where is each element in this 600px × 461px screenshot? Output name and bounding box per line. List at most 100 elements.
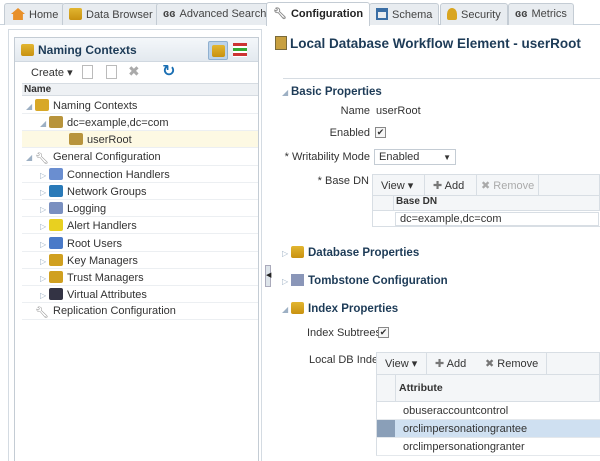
create-menu[interactable]: Create ▾: [31, 66, 73, 79]
duplicate-icon[interactable]: [106, 65, 117, 79]
tree-toolbar: Create ▾ ✖ ↻: [15, 62, 258, 83]
tab-configuration[interactable]: 🔧︎ Configuration: [266, 2, 371, 26]
tree-item[interactable]: ▷ Connection Handlers: [22, 166, 258, 183]
remove-icon: ✖: [485, 358, 495, 370]
expand-icon[interactable]: ▷: [40, 205, 49, 214]
index-properties-header[interactable]: ◢ Index Properties: [282, 302, 398, 315]
expand-icon[interactable]: ▷: [40, 240, 49, 249]
tree-item[interactable]: 🔧︎ Replication Configuration: [22, 303, 258, 321]
expand-icon[interactable]: ▷: [40, 188, 49, 197]
tree-view-toggle[interactable]: [208, 41, 228, 60]
basedn-row: dc=example,dc=com: [372, 211, 600, 227]
basic-properties-header[interactable]: ◢ Basic Properties: [282, 86, 382, 98]
basedn-toolbar: View ▾ ✚ Add ✖ Remove: [372, 174, 600, 196]
tab-metrics[interactable]: ɞɞ Metrics: [508, 3, 574, 25]
collapse-icon[interactable]: ◢: [26, 102, 35, 111]
list-view-toggle[interactable]: [233, 43, 247, 57]
security-icon: [447, 8, 457, 20]
tree-item[interactable]: ▷ Trust Managers: [22, 269, 258, 286]
tree-item[interactable]: ▷ Virtual Attributes: [22, 286, 258, 304]
database-properties-header[interactable]: ▷ Database Properties: [282, 246, 419, 259]
row-selector[interactable]: [377, 402, 395, 419]
add-button[interactable]: ✚ Add: [427, 353, 477, 374]
tree-icon: [35, 99, 49, 111]
tab-data-browser[interactable]: Data Browser: [62, 3, 160, 25]
tree-item[interactable]: ▷ Key Managers: [22, 252, 258, 269]
database-icon: [49, 116, 63, 129]
tombstone-configuration-header[interactable]: ▷ Tombstone Configuration: [282, 274, 448, 287]
remove-icon: ✖: [481, 180, 491, 192]
tree-item[interactable]: userRoot: [22, 131, 258, 149]
document-icon: [291, 274, 304, 286]
splitter-collapse-handle[interactable]: ◀: [265, 265, 271, 287]
users-icon: [49, 236, 63, 249]
name-column-header: Name: [22, 83, 258, 96]
index-header-row: Attribute: [376, 375, 600, 402]
basedn-value-input[interactable]: dc=example,dc=com: [395, 212, 599, 226]
expand-icon[interactable]: ▷: [40, 274, 49, 283]
collapse-icon[interactable]: ◢: [40, 119, 49, 128]
tree-item[interactable]: ▷ Logging: [22, 200, 258, 218]
connection-icon: [49, 167, 63, 180]
wrench-icon: 🔧︎: [35, 307, 49, 320]
delete-icon[interactable]: ✖: [128, 63, 140, 80]
tree-item[interactable]: ◢ 🔧︎ General Configuration: [22, 149, 258, 166]
logging-icon: [49, 202, 63, 215]
tab-home[interactable]: Home: [4, 3, 66, 25]
row-selector[interactable]: [377, 438, 395, 455]
tree-item[interactable]: ◢ dc=example,dc=com: [22, 114, 258, 132]
expand-icon: ▷: [282, 249, 289, 258]
expand-icon[interactable]: ▷: [40, 222, 49, 231]
remove-button[interactable]: ✖ Remove: [477, 175, 539, 195]
expand-icon[interactable]: ▷: [40, 171, 49, 180]
add-button[interactable]: ✚ Add: [425, 175, 477, 195]
expand-icon[interactable]: ▷: [40, 257, 49, 266]
writability-select[interactable]: Enabled ▼: [374, 149, 456, 165]
enabled-label: Enabled: [329, 127, 370, 139]
tree-item[interactable]: ▷ Root Users: [22, 235, 258, 252]
tree-icon: [291, 246, 304, 258]
index-toolbar: View ▾ ✚ Add ✖ Remove: [376, 352, 600, 375]
enabled-checkbox[interactable]: ✔: [375, 127, 386, 138]
tree-icon: [291, 302, 304, 314]
tree-icon: [212, 45, 225, 57]
tab-advanced-search[interactable]: ɞɞ Advanced Search: [156, 3, 274, 25]
bell-icon: [49, 219, 63, 232]
name-label: Name: [340, 105, 370, 117]
view-menu[interactable]: View ▾: [373, 175, 425, 195]
index-row[interactable]: orclimpersonationgrantee: [376, 420, 600, 438]
tab-schema[interactable]: Schema: [369, 3, 440, 25]
refresh-icon[interactable]: ↻: [162, 61, 175, 81]
glasses-icon: ɞɞ: [515, 8, 528, 20]
row-selector[interactable]: [377, 420, 395, 437]
index-subtrees-label: Index Subtrees: [307, 327, 381, 339]
database-icon: [69, 133, 83, 146]
network-icon: [49, 185, 63, 197]
expand-icon[interactable]: ▷: [40, 291, 49, 300]
divider: [283, 78, 600, 79]
collapse-icon: ◢: [282, 305, 289, 314]
tree-item[interactable]: ▷ Alert Handlers: [22, 217, 258, 235]
plus-icon: ✚: [433, 180, 443, 192]
key-icon: [49, 271, 63, 283]
tab-security[interactable]: Security: [440, 3, 508, 25]
view-menu[interactable]: View ▾: [377, 353, 427, 374]
index-subtrees-checkbox[interactable]: ✔: [378, 327, 389, 338]
name-value: userRoot: [376, 105, 421, 117]
new-icon[interactable]: [82, 65, 93, 79]
remove-button[interactable]: ✖ Remove: [481, 353, 547, 374]
tree-icon: [21, 44, 34, 56]
glasses-icon: ɞɞ: [163, 8, 176, 20]
index-row[interactable]: orclimpersonationgranter: [376, 438, 600, 456]
index-row[interactable]: obuseraccountcontrol: [376, 402, 600, 420]
tree-item[interactable]: ▷ Network Groups: [22, 183, 258, 200]
schema-icon: [376, 8, 388, 20]
wrench-icon: 🔧︎: [273, 8, 287, 20]
collapse-icon[interactable]: ◢: [26, 153, 35, 162]
tree-item[interactable]: ◢ Naming Contexts: [22, 97, 258, 114]
tab-bar: Home Data Browser ɞɞ Advanced Search 🔧︎ Co…: [0, 0, 600, 26]
home-icon: [11, 8, 25, 20]
attributes-icon: [49, 288, 63, 301]
key-icon: [49, 253, 63, 266]
local-db-index-label: Local DB Index: [309, 354, 384, 366]
